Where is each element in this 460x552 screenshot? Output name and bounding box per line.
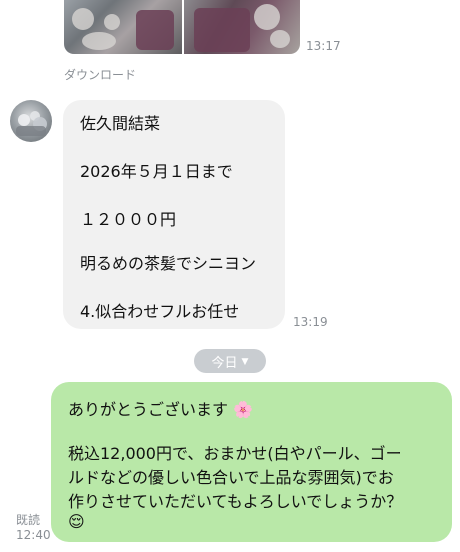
avatar[interactable]	[10, 100, 52, 142]
message-line-option: 4.似合わせフルお任せ	[80, 302, 240, 321]
photo-timestamp: 13:17	[306, 39, 341, 53]
cherry-blossom-icon: 🌸	[233, 400, 254, 419]
outgoing-line-3: ルドなどの優しい色合いで上品な雰囲気)でお	[68, 468, 394, 487]
message-line-date: 2026年５月１日まで	[80, 162, 233, 181]
photo-strip[interactable]	[64, 0, 300, 54]
message-line-name: 佐久間結菜	[80, 114, 161, 133]
message-line-price: １２０００円	[80, 210, 177, 229]
date-divider-label: 今日	[211, 355, 238, 371]
outgoing-line-2: 税込12,000円で、おまかせ(白やパール、ゴー	[68, 444, 402, 463]
relieved-face-icon: 😌	[68, 512, 85, 531]
outgoing-line-4: 作りさせていただいてもよろしいでしょうか？	[68, 492, 403, 511]
download-link[interactable]: ダウンロード	[64, 66, 136, 83]
date-divider-chip[interactable]: 今日 ▼	[194, 349, 266, 373]
outgoing-line-1: ありがとうございます 🌸	[68, 396, 253, 420]
outgoing-line-1-text: ありがとうございます	[68, 400, 229, 419]
chevron-down-icon: ▼	[241, 357, 249, 367]
photo-thumbnail-2[interactable]	[184, 0, 300, 54]
outgoing-timestamp: 12:40	[16, 528, 51, 542]
avatar-image	[16, 111, 47, 136]
message-line-style: 明るめの茶髪でシニヨン	[80, 254, 257, 273]
photo-thumbnail-1[interactable]	[64, 0, 182, 54]
read-receipt: 既読	[16, 513, 41, 527]
incoming-timestamp: 13:19	[293, 315, 328, 329]
